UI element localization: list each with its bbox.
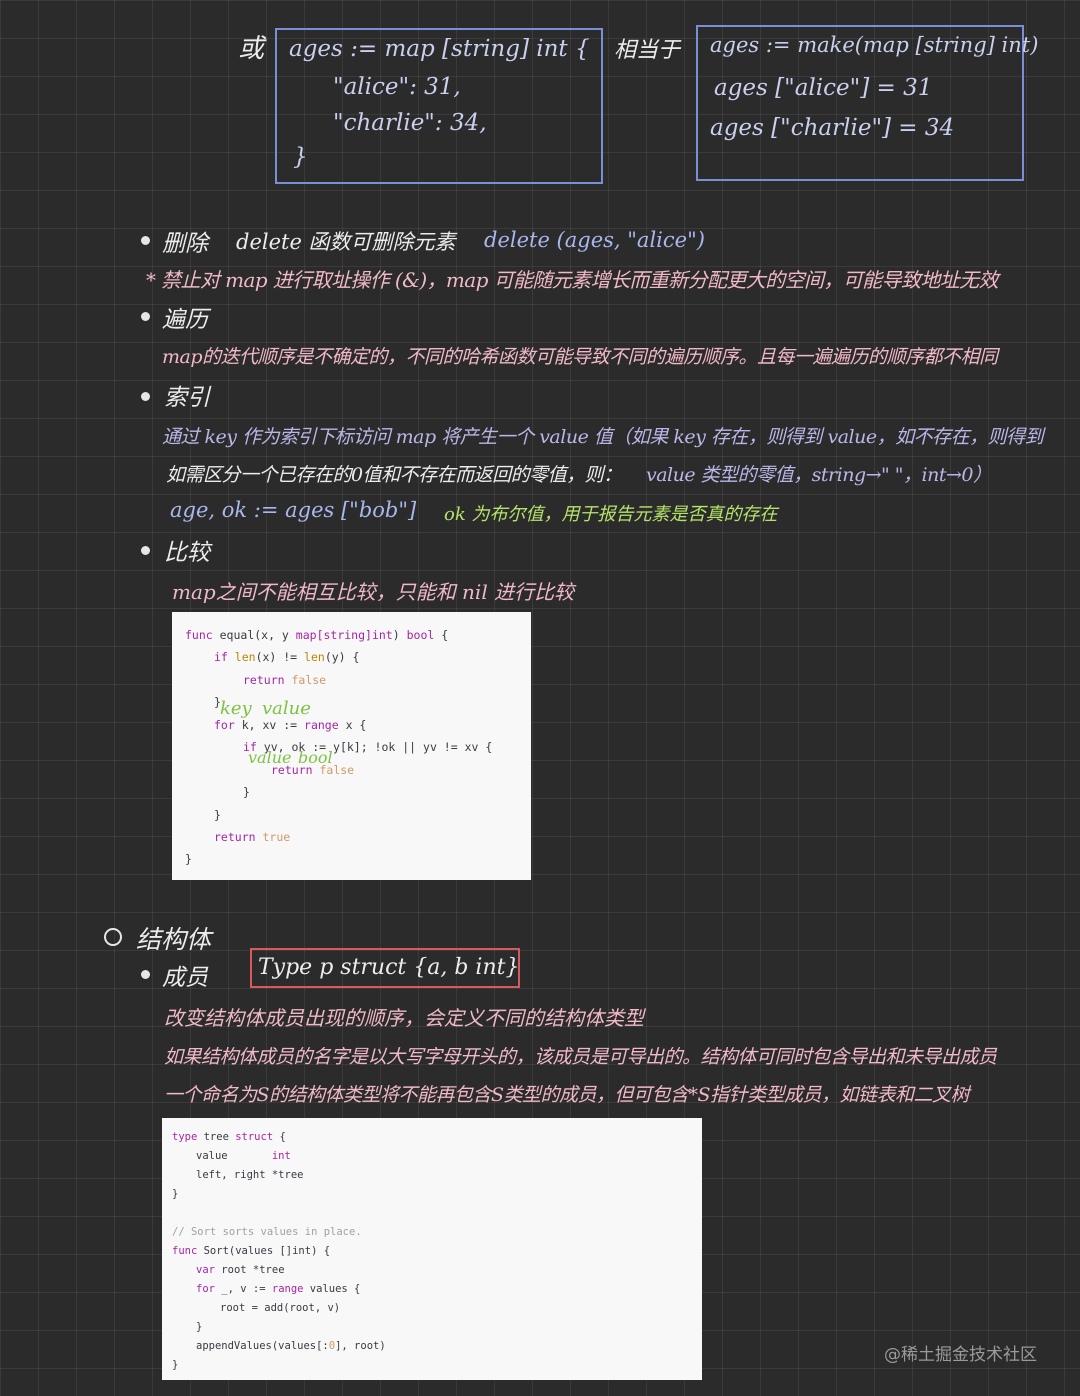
index-line2a: 如需区分一个已存在的0值和不存在而返回的零值，则： [166,464,622,486]
box2-line3: ages ["charlie"] = 34 [710,115,955,141]
annotation-value: value [262,698,311,719]
box1-line1: ages := map [string] int { [289,36,590,62]
code-line: } [243,785,250,799]
delete-warning: * 禁止对 map 进行取址操作 (&)，map 可能随元素增长而重新分配更大的… [146,268,999,292]
code-line: root = add(root, v) [220,1302,341,1314]
code-line: type tree struct { [172,1131,286,1143]
code-line: } [214,808,221,822]
struct-line2: 如果结构体成员的名字是以大写字母开头的，该成员是可导出的。结构体可同时包含导出和… [164,1046,997,1068]
bullet-dot [141,392,150,401]
section-ring-marker [104,928,122,946]
bullet-dot [141,312,150,321]
code-line: var root *tree [196,1264,285,1276]
watermark: @稀土掘金技术社区 [884,1345,1037,1365]
compare-desc: map之间不能相互比较，只能和 nil 进行比较 [172,580,575,604]
map-make-box: ages := make(map [string] int) ages ["al… [696,25,1038,181]
code-line: for _, v := range values { [196,1283,361,1295]
delete-heading: 删除 [162,231,208,257]
code-line: func Sort(values []int) { [172,1245,331,1257]
struct-decl-box: Type p struct {a, b int} [250,948,520,988]
box2-line2: ages ["alice"] = 31 [714,75,933,101]
map-literal-box: ages := map [string] int { "alice": 31, … [275,28,603,184]
struct-heading: 结构体 [136,925,212,954]
annotation-bool: bool [298,748,333,767]
struct-line3: 一个命名为S的结构体类型将不能再包含S类型的成员，但可包含*S指针类型成员，如链… [164,1084,970,1106]
equal-func-code-block: func equal(x, y map[string]int) bool { i… [172,612,531,880]
box1-line4: } [293,144,308,170]
code-line: } [172,1359,179,1371]
bullet-dot [141,236,150,245]
or-label: 或 [238,34,265,64]
code-line: for k, xv := range x { [214,718,367,732]
delete-desc: delete 函数可删除元素 [236,230,456,254]
annotation-key: key [220,698,252,719]
box1-line3: "charlie": 34, [333,110,487,136]
index-heading: 索引 [164,385,210,411]
index-line2b: value 类型的零值，string→" "，int→0） [646,464,992,486]
code-line: return true [214,830,291,844]
box1-line2: "alice": 31, [333,74,461,100]
traverse-heading: 遍历 [162,307,208,333]
code-line: } [172,1188,179,1200]
index-example: age, ok := ages ["bob"] [170,498,417,522]
compare-heading: 比较 [164,540,210,566]
code-line: func equal(x, y map[string]int) bool { [185,628,449,642]
box2-line1: ages := make(map [string] int) [710,33,1039,57]
code-line: appendValues(values[:0], root) [196,1340,386,1352]
index-line1: 通过 key 作为索引下标访问 map 将产生一个 value 值（如果 key… [162,426,1044,448]
bullet-dot [141,970,150,979]
equivalent-label: 相当于 [614,38,681,63]
code-line: } [196,1321,203,1333]
code-line: left, right *tree [196,1169,304,1181]
code-line: value int [196,1150,291,1162]
annotation-value-2: value [248,748,292,767]
code-line: if len(x) != len(y) { [214,650,360,664]
delete-example: delete (ages, "alice") [484,228,705,252]
member-heading: 成员 [162,965,208,991]
struct-line1: 改变结构体成员出现的顺序，会定义不同的结构体类型 [164,1006,644,1030]
index-example-note: ok 为布尔值，用于报告元素是否真的存在 [444,504,778,525]
code-line: } [185,852,192,866]
bullet-dot [141,546,150,555]
tree-sort-code-block: type tree struct { value int left, right… [162,1118,702,1380]
code-comment: // Sort sorts values in place. [172,1226,362,1238]
code-line: return false [243,673,327,687]
traverse-desc: map的迭代顺序是不确定的，不同的哈希函数可能导致不同的遍历顺序。且每一遍遍历的… [162,346,998,368]
